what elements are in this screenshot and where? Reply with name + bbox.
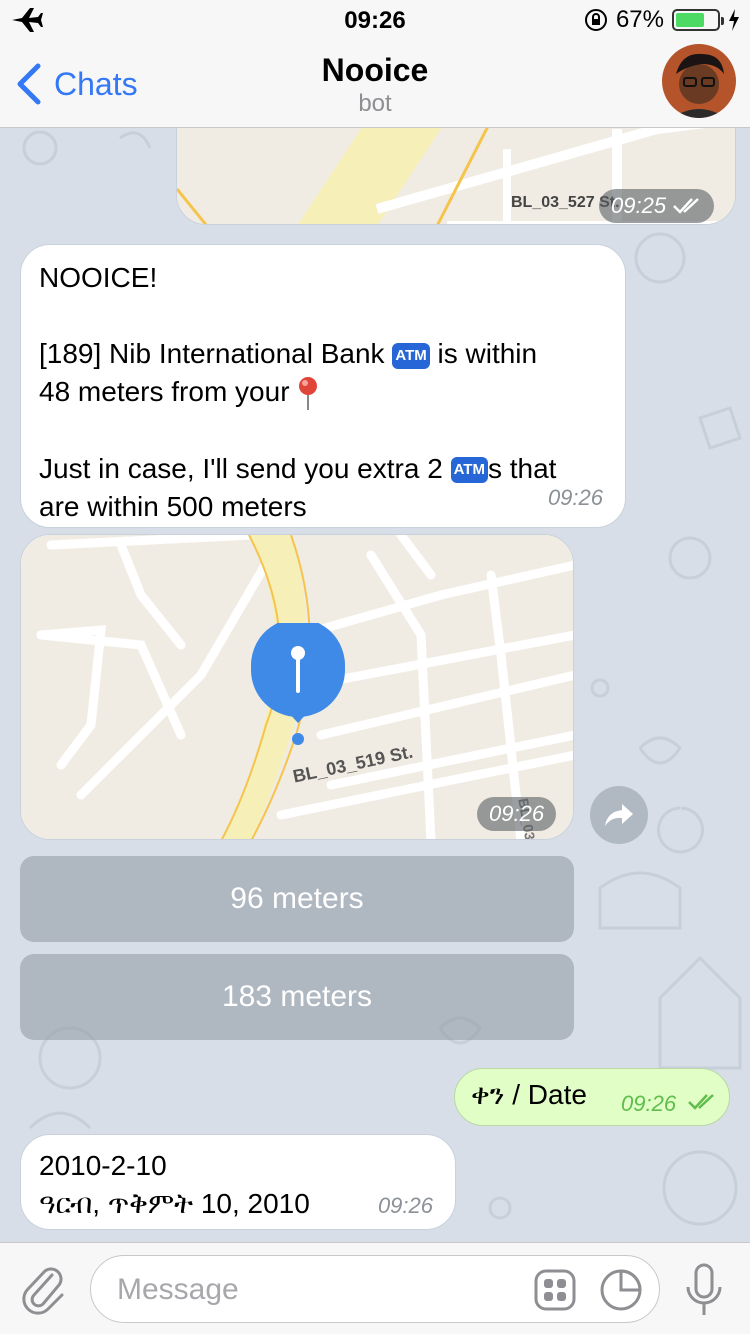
map-message-2[interactable]: BL_03_519 St. BL_03_ 09:26 bbox=[20, 534, 574, 840]
atm-emoji-icon: ATM bbox=[392, 342, 430, 369]
message-time: 09:26 bbox=[547, 485, 603, 510]
paperclip-icon[interactable] bbox=[22, 1265, 66, 1315]
battery-percent: 67% bbox=[615, 6, 664, 33]
sticker-icon[interactable] bbox=[599, 1268, 643, 1312]
input-bar bbox=[0, 1242, 750, 1334]
message-input[interactable] bbox=[117, 1270, 517, 1310]
avatar[interactable] bbox=[662, 44, 736, 118]
outgoing-message: ቀን / Date 09:26 bbox=[454, 1068, 730, 1126]
rotation-lock-icon bbox=[584, 9, 607, 31]
inline-button-96-meters[interactable]: 96 meters bbox=[20, 856, 574, 942]
msg-line: 2010-2-10 bbox=[39, 1150, 167, 1181]
msg-line: are within 500 meters bbox=[39, 490, 307, 522]
status-bar: 09:26 67% bbox=[0, 0, 750, 40]
atm-emoji-icon: ATM bbox=[450, 457, 488, 484]
read-checkmarks-icon bbox=[688, 1094, 714, 1110]
chat-title: Nooice bbox=[321, 52, 429, 88]
microphone-icon[interactable] bbox=[684, 1263, 724, 1317]
message-time: 09:25 bbox=[611, 193, 667, 218]
read-checkmarks-icon bbox=[673, 198, 699, 214]
inline-button-183-meters[interactable]: 183 meters bbox=[20, 954, 574, 1040]
map-message-1[interactable]: BL_03_527 St. 09:25 bbox=[176, 128, 736, 225]
msg-line: NOOICE! bbox=[39, 262, 158, 293]
share-arrow-icon bbox=[605, 804, 633, 826]
forward-button[interactable] bbox=[590, 786, 648, 844]
message-time: 09:26 bbox=[489, 801, 545, 826]
status-right: 67% bbox=[584, 6, 740, 34]
nav-bar: Chats Nooice bot bbox=[0, 40, 750, 128]
bot-keyboard-icon[interactable] bbox=[533, 1268, 577, 1312]
message-text: ቀን / Date bbox=[471, 1079, 587, 1110]
map-time-badge: 09:25 bbox=[599, 189, 715, 223]
chat-subtitle: bot bbox=[358, 90, 392, 117]
round-pushpin-icon bbox=[299, 376, 318, 410]
battery-icon bbox=[672, 9, 724, 31]
message-time: 09:26 bbox=[377, 1193, 433, 1218]
location-pin-icon bbox=[251, 623, 345, 745]
bot-date-message: 2010-2-10 ዓርብ, ጥቅምት 10, 2010 09:26 bbox=[20, 1134, 456, 1230]
bot-text-message: NOOICE! [189] Nib International Bank ATM… bbox=[20, 244, 626, 528]
charging-bolt-icon bbox=[729, 9, 739, 31]
msg-line: Just in case, I'll send you extra 2 ATM s… bbox=[39, 452, 557, 484]
message-time: 09:26 bbox=[621, 1091, 677, 1116]
msg-line: [189] Nib International Bank ATM is with… bbox=[39, 338, 538, 369]
message-field[interactable] bbox=[90, 1255, 660, 1323]
chat-area[interactable]: BL_03_527 St. 09:25 NOOICE! [189] Nib In… bbox=[0, 128, 750, 1242]
map-time-badge: 09:26 bbox=[477, 797, 557, 831]
msg-line: 48 meters from your bbox=[39, 373, 607, 412]
